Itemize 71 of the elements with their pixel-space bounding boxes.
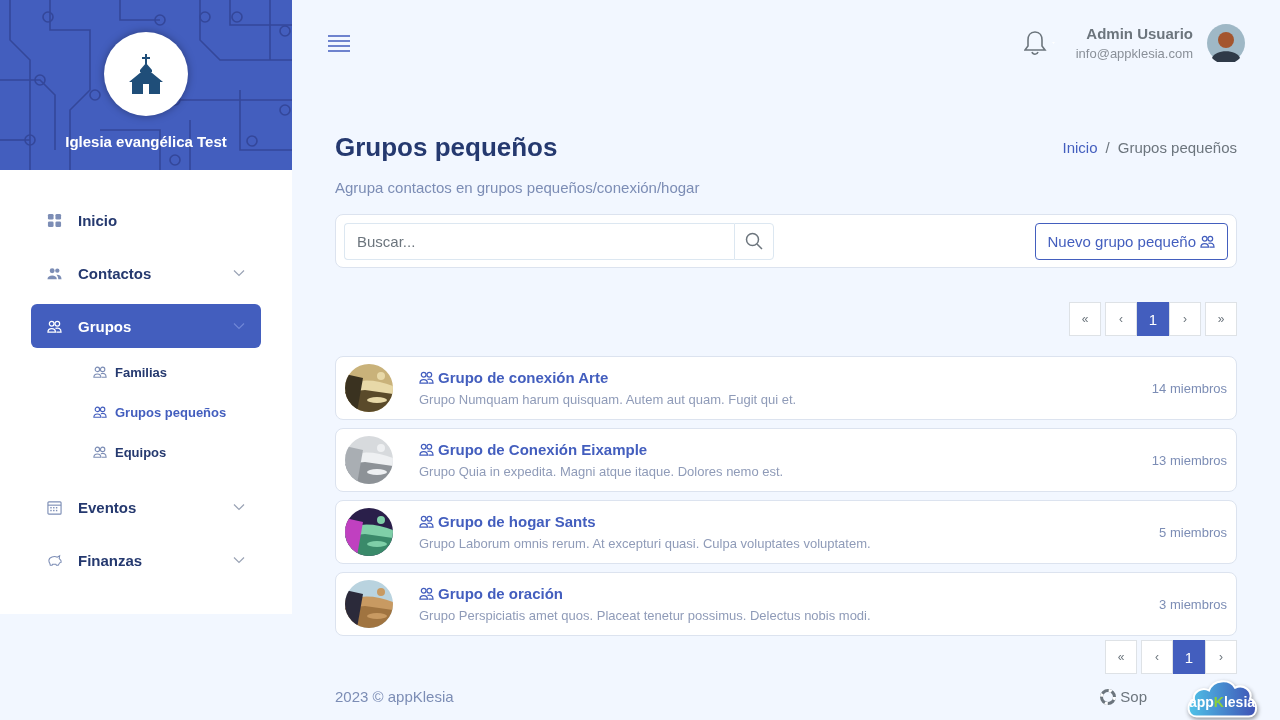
user-name: Admin Usuario (1085, 25, 1193, 42)
member-count: 14 miembros (1151, 380, 1227, 396)
group-card[interactable]: Grupo de Conexión Eixample Grupo Quia in expedita. Magni atque itaque. Dolores nemo est. 13 miembros (335, 428, 1237, 492)
search-icon (745, 232, 763, 250)
pagination-button[interactable]: « (1105, 640, 1137, 674)
breadcrumb-current: Grupos pequeños (1117, 139, 1237, 156)
sidebar-item[interactable]: Inicio (31, 198, 261, 242)
pagination-button[interactable]: 1 (1173, 640, 1205, 674)
submenu-item[interactable]: Equipos (93, 437, 251, 469)
group-card[interactable]: Grupo de oración Grupo Perspiciatis amet quos. Placeat tenetur possimus. Delectus nobis modi. 3 miembros (335, 572, 1237, 636)
submenu-item[interactable]: Familias (93, 357, 251, 389)
page-subtitle: Agrupa contactos en grupos pequeños/conexión/hogar (335, 179, 701, 196)
chevron-icon (233, 322, 245, 330)
member-count: 13 miembros (1151, 452, 1227, 468)
church-icon (129, 54, 163, 94)
notifications-button[interactable] (1023, 30, 1058, 56)
people-icon (1200, 233, 1215, 249)
support-link[interactable]: Sop (1100, 688, 1147, 705)
pagination-button[interactable]: ‹ (1105, 302, 1137, 336)
group-description: Grupo Numquam harum quisquam. Autem aut quam. Fugit qui et. (419, 392, 798, 407)
group-card[interactable]: Grupo de hogar Sants Grupo Laborum omnis rerum. At excepturi quasi. Culpa voluptates voluptatem. 5 miembros (335, 500, 1237, 564)
page-title: Grupos pequeños (335, 132, 558, 163)
menu-icon (328, 34, 350, 52)
sidebar-item[interactable]: Grupos (31, 304, 261, 348)
breadcrumb-separator: / (1105, 139, 1110, 156)
people-icon (93, 405, 107, 419)
user-email: info@appklesia.com (1075, 46, 1193, 61)
copyright-text: 2023 © appKlesia (335, 688, 454, 705)
lifebuoy-icon (1100, 688, 1117, 705)
group-description: Grupo Quia in expedita. Magni atque itaque. Dolores nemo est. (419, 464, 785, 479)
people-icon (93, 445, 107, 459)
pagination-button[interactable]: « (1069, 302, 1101, 336)
calendar-icon (47, 499, 62, 515)
sidebar-item[interactable]: Contactos (31, 251, 261, 295)
group-name-link[interactable]: Grupo de conexión Arte (419, 369, 1152, 386)
submenu-item[interactable]: Grupos pequeños (93, 397, 251, 429)
search-field[interactable]: Buscar... (344, 222, 734, 260)
people-icon (47, 318, 62, 334)
search-button[interactable] (734, 222, 774, 260)
pagination-button[interactable]: › (1205, 640, 1237, 674)
grid-icon (47, 212, 62, 228)
chevron-icon (233, 503, 245, 511)
new-group-button[interactable]: Nuevo grupo pequeño (1034, 222, 1228, 260)
breadcrumb-link[interactable]: Inicio (1062, 139, 1098, 156)
menu-button[interactable] (328, 34, 350, 52)
group-name-link[interactable]: Grupo de oración (419, 585, 1160, 602)
member-count: 3 miembros (1159, 596, 1227, 612)
people-icon (419, 514, 434, 529)
pagination-button[interactable]: 1 (1137, 302, 1169, 336)
group-card[interactable]: Grupo de conexión Arte Grupo Numquam harum quisquam. Autem aut quam. Fugit qui et. 14 miembros (335, 356, 1237, 420)
group-name-link[interactable]: Grupo de Conexión Eixample (419, 441, 1152, 458)
avatar[interactable] (1207, 24, 1245, 62)
sidebar-item[interactable]: Eventos (31, 485, 261, 529)
people-icon (419, 586, 434, 601)
chevron-icon (233, 556, 245, 564)
chevron-icon (233, 269, 245, 277)
group-description: Grupo Laborum omnis rerum. At excepturi quasi. Culpa voluptates voluptatem. (419, 536, 872, 551)
people-icon (419, 370, 434, 385)
sidebar-item[interactable]: Finanzas (31, 538, 261, 582)
group-name-link[interactable]: Grupo de hogar Sants (419, 513, 1160, 530)
group-description: Grupo Perspiciatis amet quos. Placeat tenetur possimus. Delectus nobis modi. (419, 608, 872, 623)
bell-icon (1023, 30, 1058, 56)
people-icon (419, 442, 434, 457)
pagination-button[interactable]: › (1169, 302, 1201, 336)
people-icon (93, 365, 107, 379)
organization-name: Iglesia evangélica Test (65, 133, 227, 150)
member-count: 5 miembros (1159, 524, 1227, 540)
piggy-bank-icon (47, 552, 62, 568)
pagination-button[interactable]: » (1205, 302, 1237, 336)
people-icon (47, 265, 62, 281)
pagination-button[interactable]: ‹ (1141, 640, 1173, 674)
